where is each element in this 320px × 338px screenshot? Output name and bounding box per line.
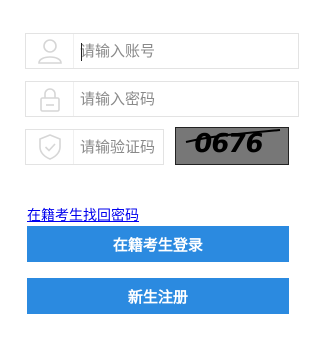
lock-icon <box>26 82 74 116</box>
login-button[interactable]: 在籍考生登录 <box>27 226 289 262</box>
captcha-image[interactable]: 0676 <box>175 127 289 165</box>
password-field[interactable] <box>25 81 299 117</box>
password-input[interactable] <box>74 82 298 116</box>
register-button[interactable]: 新生注册 <box>27 278 289 314</box>
captcha-noise-line <box>185 129 281 143</box>
captcha-field[interactable] <box>25 129 164 165</box>
username-input[interactable] <box>74 34 298 68</box>
captcha-input[interactable] <box>74 130 163 164</box>
shield-icon <box>26 130 74 164</box>
user-icon <box>26 34 74 68</box>
username-field[interactable] <box>25 33 299 69</box>
text-caret <box>81 43 82 61</box>
forgot-password-link[interactable]: 在籍考生找回密码 <box>27 205 139 225</box>
